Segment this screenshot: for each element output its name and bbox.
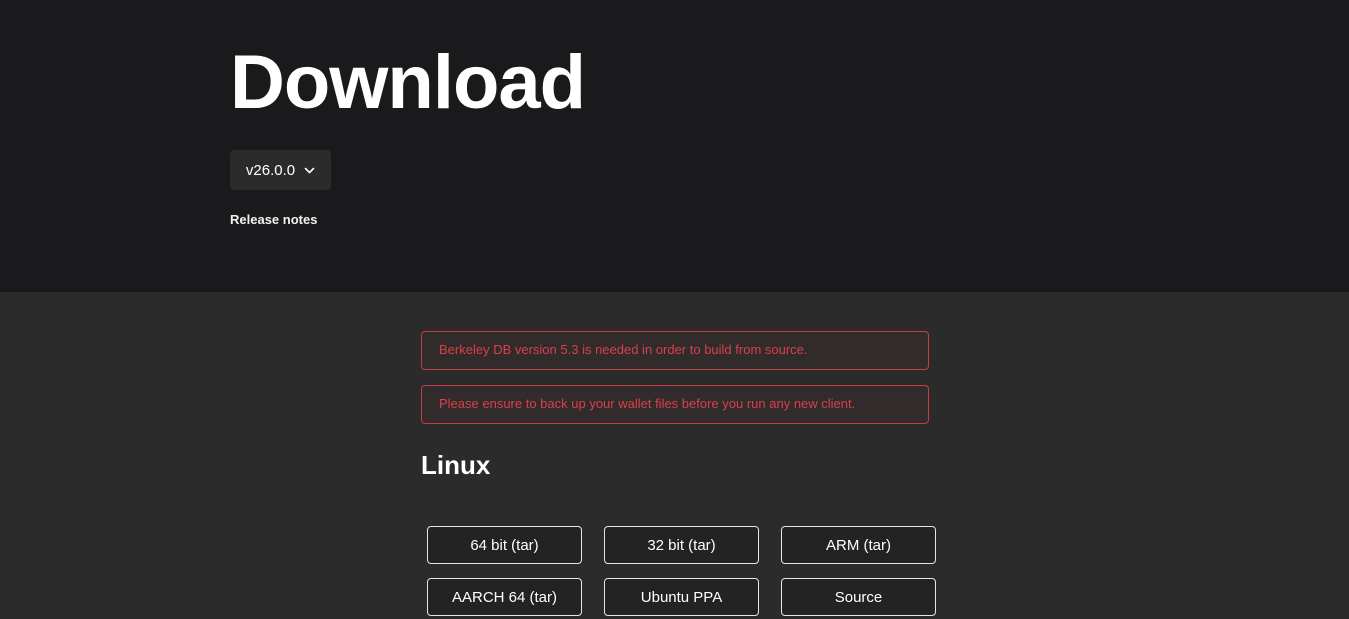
page-title: Download xyxy=(230,40,586,125)
warning-text: Please ensure to back up your wallet fil… xyxy=(439,396,856,412)
warning-text: Berkeley DB version 5.3 is needed in ord… xyxy=(439,342,808,358)
download-button-source[interactable]: Source xyxy=(781,578,936,616)
platform-section-title: Linux xyxy=(421,450,491,480)
main-section: Berkeley DB version 5.3 is needed in ord… xyxy=(0,292,1349,619)
release-notes-link[interactable]: Release notes xyxy=(230,212,317,227)
download-button-ubuntu-ppa[interactable]: Ubuntu PPA xyxy=(604,578,759,616)
warning-banner: Please ensure to back up your wallet fil… xyxy=(421,385,929,424)
download-button-aarch-64-tar[interactable]: AARCH 64 (tar) xyxy=(427,578,582,616)
chevron-down-icon xyxy=(304,165,315,176)
version-select-dropdown[interactable]: v26.0.0 xyxy=(230,150,331,190)
download-button-32-bit-tar[interactable]: 32 bit (tar) xyxy=(604,526,759,564)
download-button-arm-tar[interactable]: ARM (tar) xyxy=(781,526,936,564)
download-button-grid: 64 bit (tar) 32 bit (tar) ARM (tar) AARC… xyxy=(427,526,936,616)
hero-section: Download v26.0.0 Release notes xyxy=(0,0,1349,292)
warning-banner: Berkeley DB version 5.3 is needed in ord… xyxy=(421,331,929,370)
download-button-64-bit-tar[interactable]: 64 bit (tar) xyxy=(427,526,582,564)
version-select-value: v26.0.0 xyxy=(245,161,296,179)
warning-list: Berkeley DB version 5.3 is needed in ord… xyxy=(421,331,929,439)
